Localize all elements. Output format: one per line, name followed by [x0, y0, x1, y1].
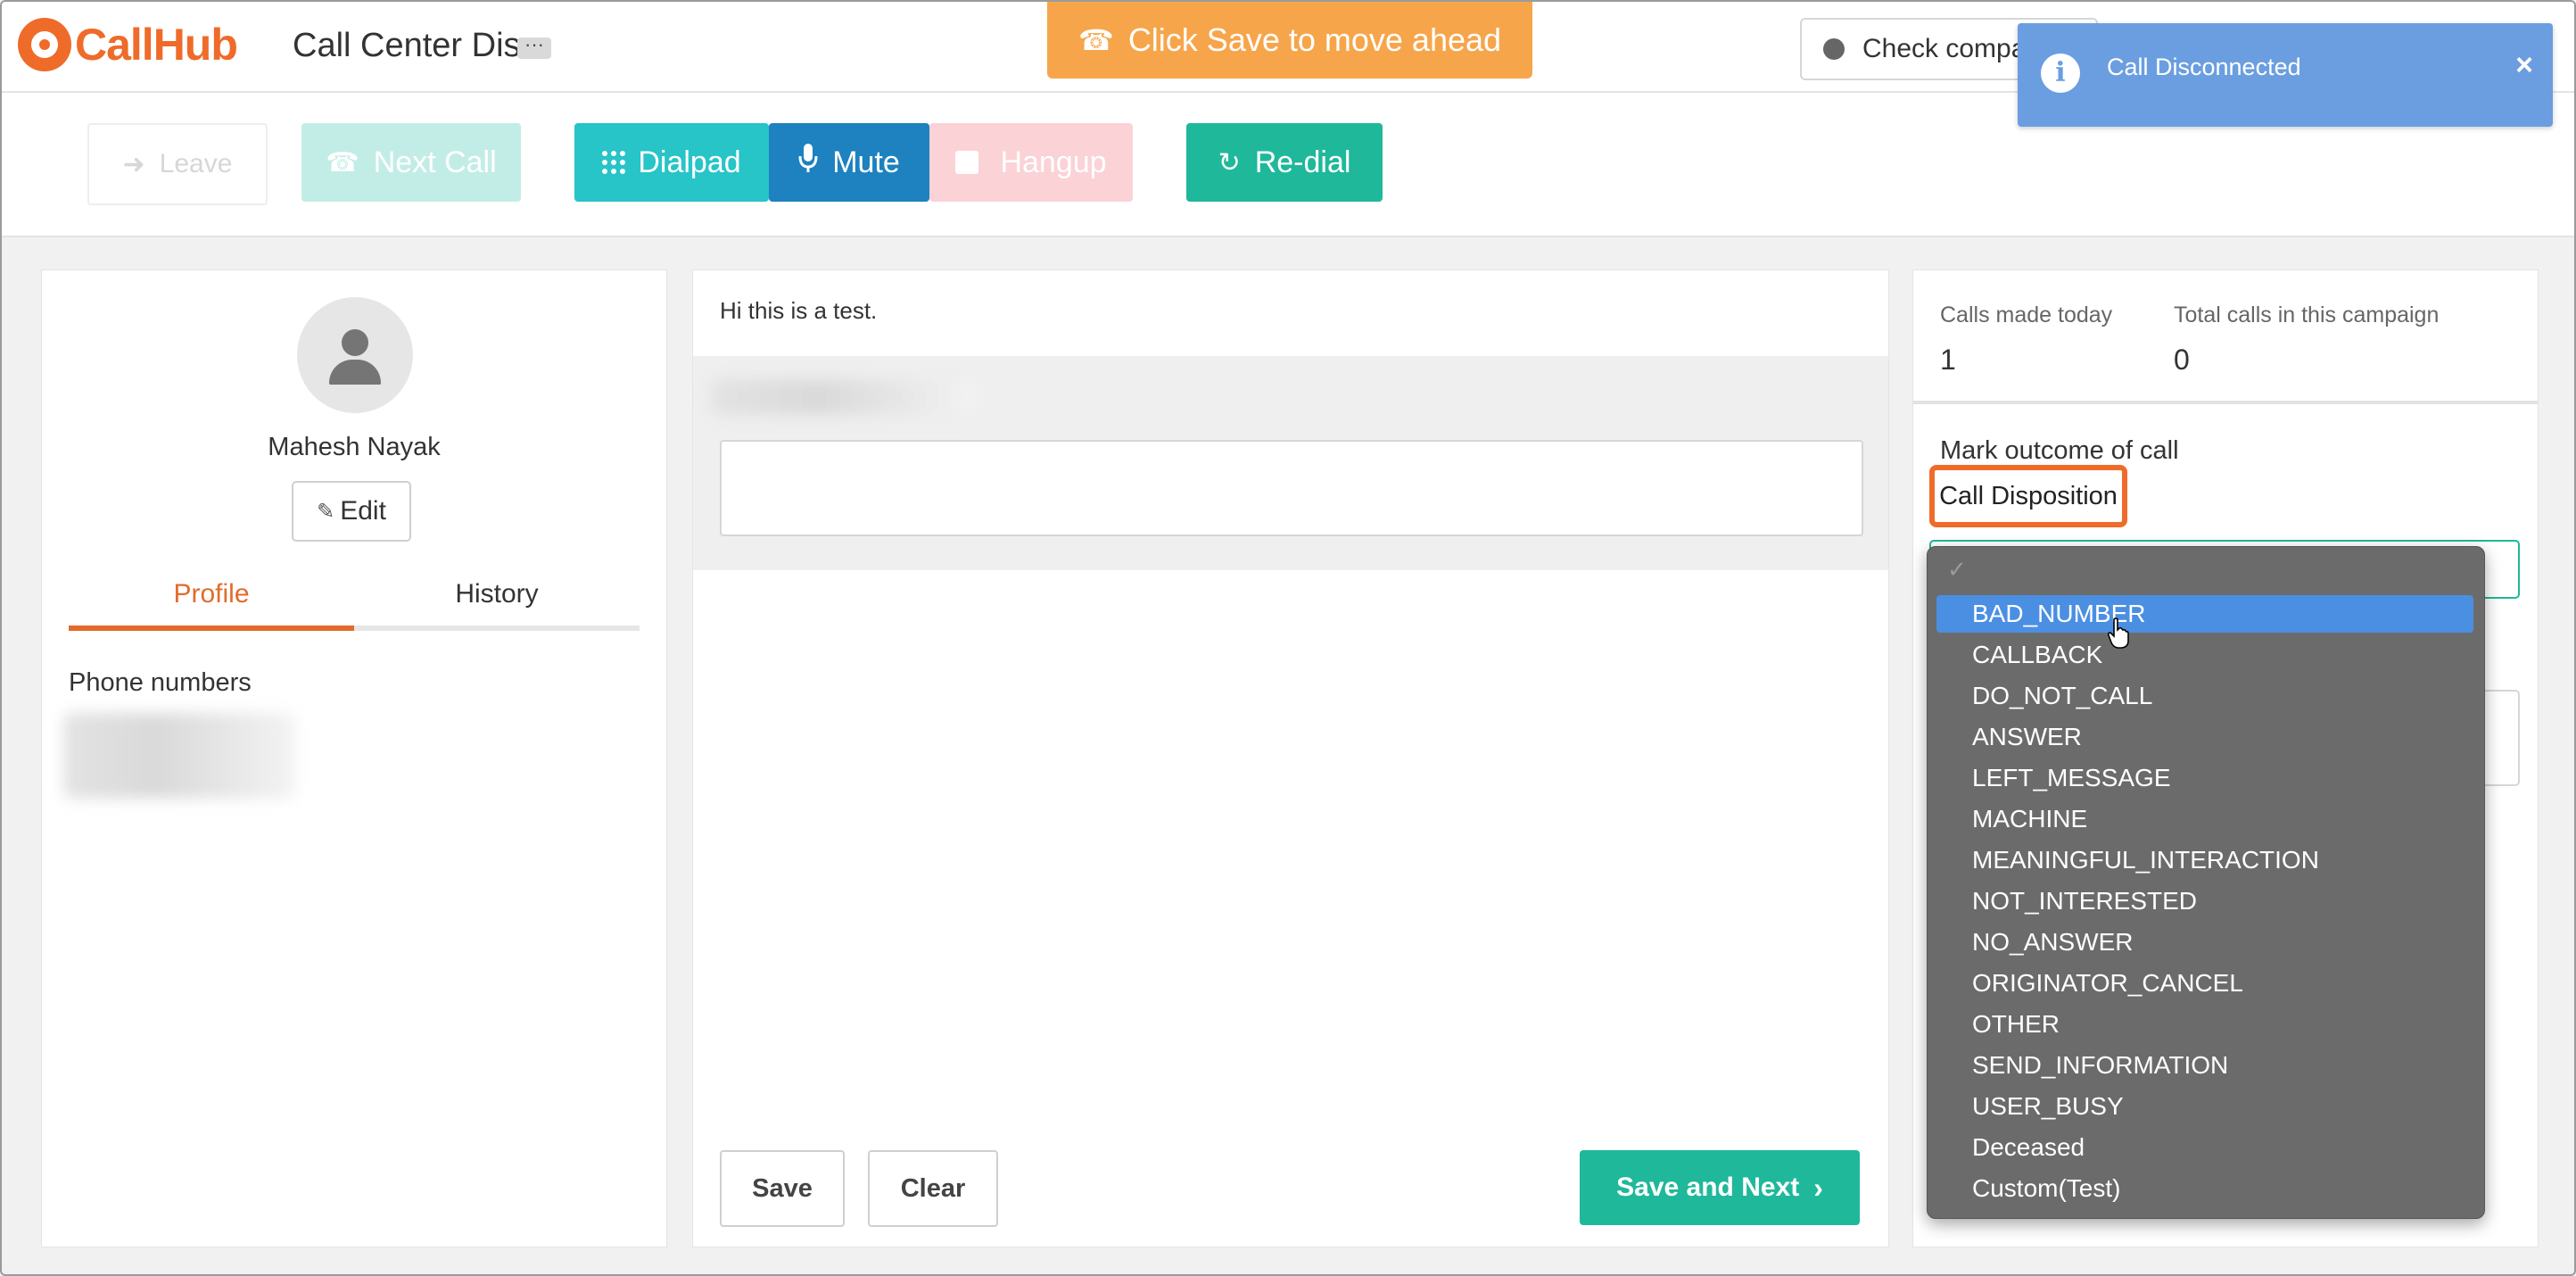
- dropdown-option-bad-number[interactable]: BAD_NUMBER: [1936, 595, 2473, 633]
- save-and-next-button[interactable]: Save and Next ›: [1580, 1150, 1860, 1225]
- calls-today-value: 1: [1940, 344, 1956, 376]
- edit-label: Edit: [340, 496, 386, 526]
- phone-icon: ☎: [326, 147, 359, 178]
- mute-button[interactable]: Mute: [769, 123, 929, 202]
- app-window: CallHub Call Center Dis ··· ☎ Click Save…: [0, 0, 2576, 1276]
- dropdown-option-deceased[interactable]: Deceased: [1936, 1129, 2473, 1166]
- globe-icon: [1823, 38, 1845, 60]
- clear-button[interactable]: Clear: [868, 1150, 998, 1227]
- next-call-button[interactable]: ☎ Next Call: [301, 123, 521, 202]
- dialpad-icon: [602, 151, 626, 174]
- dropdown-option-callback[interactable]: CALLBACK: [1936, 636, 2473, 674]
- contact-panel: Mahesh Nayak ✎ Edit Profile History Phon…: [41, 269, 667, 1247]
- total-calls-value: 0: [2174, 344, 2190, 376]
- avatar: [297, 297, 413, 413]
- dropdown-option-machine[interactable]: MACHINE: [1936, 800, 2473, 838]
- checkmark-icon: ✓: [1947, 556, 1967, 583]
- call-disconnected-toast: i Call Disconnected ×: [2018, 23, 2553, 127]
- banner-text: Click Save to move ahead: [1127, 21, 1502, 58]
- save-reminder-banner: ☎ Click Save to move ahead: [1047, 2, 1532, 79]
- hangup-button[interactable]: Hangup: [929, 123, 1133, 202]
- microphone-icon: [798, 144, 818, 181]
- dropdown-option-not-interested[interactable]: NOT_INTERESTED: [1936, 882, 2473, 920]
- info-icon: i: [2041, 54, 2080, 93]
- redacted-phone-number: [63, 713, 295, 799]
- contact-name: Mahesh Nayak: [268, 433, 441, 461]
- tab-profile[interactable]: Profile: [69, 574, 354, 631]
- sign-out-icon: ➜: [122, 149, 145, 179]
- mark-outcome-label: Mark outcome of call: [1940, 436, 2179, 465]
- redacted-question: [711, 379, 978, 415]
- dialpad-label: Dialpad: [638, 145, 741, 179]
- phone-numbers-label: Phone numbers: [69, 668, 252, 697]
- hangup-label: Hangup: [1000, 145, 1107, 179]
- dropdown-option-send-information[interactable]: SEND_INFORMATION: [1936, 1047, 2473, 1084]
- next-call-label: Next Call: [373, 145, 497, 179]
- survey-answer-input[interactable]: [720, 440, 1863, 536]
- total-calls-label: Total calls in this campaign: [2174, 302, 2440, 327]
- refresh-icon: ↻: [1218, 147, 1241, 178]
- contact-tabs: Profile History: [69, 574, 640, 631]
- phone-icon: ☎: [1077, 24, 1114, 56]
- brand-name: CallHub: [75, 20, 238, 70]
- hand-cursor-icon: [2107, 617, 2129, 649]
- edit-contact-button[interactable]: ✎ Edit: [292, 481, 411, 542]
- tab-history[interactable]: History: [354, 574, 640, 626]
- divider: [1913, 401, 2538, 404]
- dropdown-option-answer[interactable]: ANSWER: [1936, 718, 2473, 756]
- call-disposition-label: Call Disposition: [1929, 465, 2127, 527]
- call-script-text: Hi this is a test.: [720, 297, 878, 324]
- dropdown-option-no-answer[interactable]: NO_ANSWER: [1936, 924, 2473, 961]
- leave-label: Leave: [159, 149, 233, 178]
- dropdown-option-originator-cancel[interactable]: ORIGINATOR_CANCEL: [1936, 965, 2473, 1002]
- more-button[interactable]: ···: [517, 35, 551, 59]
- dropdown-option-meaningful-interaction[interactable]: MEANINGFUL_INTERACTION: [1936, 841, 2473, 879]
- disposition-dropdown-menu[interactable]: ✓ BAD_NUMBER CALLBACK DO_NOT_CALL ANSWER…: [1927, 546, 2485, 1219]
- callhub-logo[interactable]: CallHub: [18, 16, 238, 73]
- mute-label: Mute: [832, 145, 900, 179]
- redial-label: Re-dial: [1254, 145, 1351, 179]
- dropdown-option-custom-test[interactable]: Custom(Test): [1936, 1170, 2473, 1207]
- pencil-icon: ✎: [317, 499, 335, 524]
- chevron-right-icon: ›: [1813, 1171, 1823, 1204]
- check-campaign-label: Check compa: [1862, 34, 2027, 63]
- dropdown-option-user-busy[interactable]: USER_BUSY: [1936, 1088, 2473, 1125]
- dropdown-option-other[interactable]: OTHER: [1936, 1006, 2473, 1043]
- calls-today-label: Calls made today: [1940, 302, 2113, 327]
- dialpad-button[interactable]: Dialpad: [574, 123, 769, 202]
- close-icon[interactable]: ×: [2515, 48, 2533, 83]
- toast-message: Call Disconnected: [2107, 54, 2301, 80]
- save-and-next-label: Save and Next: [1616, 1172, 1800, 1202]
- logo-icon: [18, 18, 71, 71]
- stop-icon: [955, 151, 979, 174]
- save-button[interactable]: Save: [720, 1150, 845, 1227]
- leave-button[interactable]: ➜ Leave: [87, 123, 268, 205]
- redial-button[interactable]: ↻ Re-dial: [1186, 123, 1383, 202]
- dropdown-option-do-not-call[interactable]: DO_NOT_CALL: [1936, 677, 2473, 715]
- script-panel: Hi this is a test. Save Clear Save and N…: [692, 269, 1889, 1247]
- page-title: Call Center Dis: [293, 27, 521, 64]
- dropdown-option-left-message[interactable]: LEFT_MESSAGE: [1936, 759, 2473, 797]
